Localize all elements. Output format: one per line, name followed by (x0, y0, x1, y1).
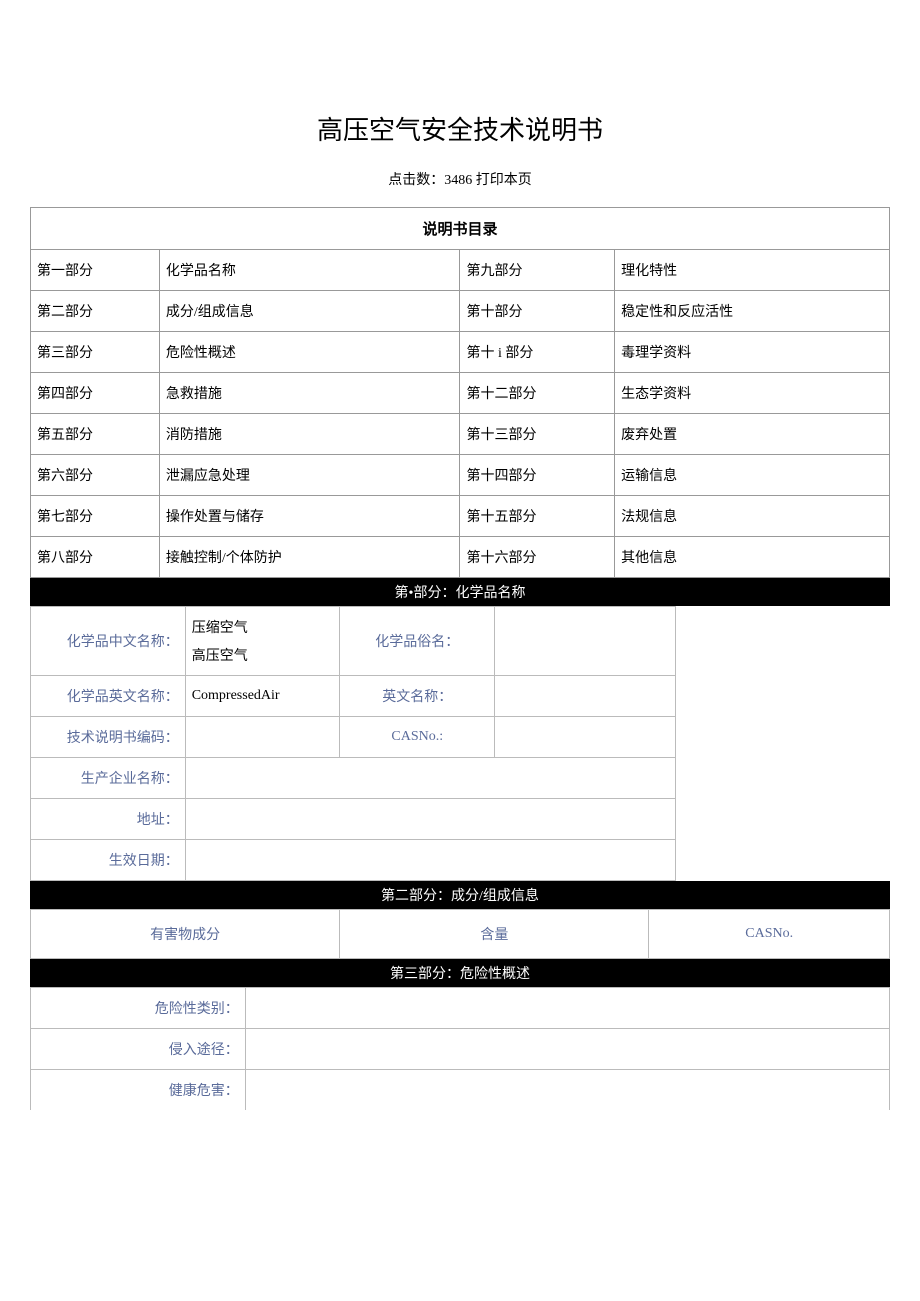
code-label: 技术说明书编码： (31, 717, 186, 758)
toc-row: 第八部分 接触控制/个体防护 第十六部分 其他信息 (31, 537, 890, 578)
blank-side (675, 607, 890, 881)
toc-name: 废弃处置 (615, 414, 890, 455)
effective-value (185, 840, 675, 881)
toc-part: 第七部分 (31, 496, 160, 537)
en-alt-value (495, 676, 675, 717)
en-name-value: CompressedAir (185, 676, 340, 717)
toc-name: 法规信息 (615, 496, 890, 537)
effective-label: 生效日期： (31, 840, 186, 881)
toc-header-row: 说明书目录 (31, 208, 890, 250)
toc-part: 第十六部分 (460, 537, 615, 578)
en-alt-label: 英文名称： (340, 676, 495, 717)
toc-name: 其他信息 (615, 537, 890, 578)
table-row: 侵入途径： (31, 1029, 890, 1070)
toc-name: 运输信息 (615, 455, 890, 496)
toc-part: 第六部分 (31, 455, 160, 496)
toc-part: 第一部分 (31, 250, 160, 291)
toc-table: 说明书目录 第一部分 化学品名称 第九部分 理化特性 第二部分 成分/组成信息 … (30, 207, 890, 578)
common-name-value (495, 607, 675, 676)
toc-part: 第九部分 (460, 250, 615, 291)
producer-value (185, 758, 675, 799)
toc-header: 说明书目录 (31, 208, 890, 250)
toc-name: 理化特性 (615, 250, 890, 291)
cas-label: CASNo.: (340, 717, 495, 758)
component-col: 有害物成分 (31, 910, 340, 959)
cn-name-label: 化学品中文名称： (31, 607, 186, 676)
toc-name: 化学品名称 (159, 250, 460, 291)
toc-name: 稳定性和反应活性 (615, 291, 890, 332)
common-name-label: 化学品俗名： (340, 607, 495, 676)
toc-part: 第三部分 (31, 332, 160, 373)
toc-name: 生态学资料 (615, 373, 890, 414)
toc-part: 第四部分 (31, 373, 160, 414)
toc-name: 危险性概述 (159, 332, 460, 373)
en-name-label: 化学品英文名称： (31, 676, 186, 717)
cn-name-value: 压缩空气 高压空气 (185, 607, 340, 676)
toc-row: 第一部分 化学品名称 第九部分 理化特性 (31, 250, 890, 291)
cas-value (495, 717, 675, 758)
toc-part: 第五部分 (31, 414, 160, 455)
health-value (245, 1070, 889, 1111)
category-value (245, 988, 889, 1029)
subtitle: 点击数：3486 打印本页 (30, 169, 890, 189)
toc-row: 第五部分 消防措施 第十三部分 废弃处置 (31, 414, 890, 455)
toc-row: 第二部分 成分/组成信息 第十部分 稳定性和反应活性 (31, 291, 890, 332)
click-count: 3486 (444, 173, 472, 188)
table-row: 有害物成分 含量 CASNo. (31, 910, 890, 959)
code-value (185, 717, 340, 758)
table-row: 健康危害： (31, 1070, 890, 1111)
toc-part: 第八部分 (31, 537, 160, 578)
casno-col: CASNo. (649, 910, 890, 959)
cn-name-value1: 压缩空气 (192, 617, 334, 637)
toc-part: 第十四部分 (460, 455, 615, 496)
address-value (185, 799, 675, 840)
toc-name: 成分/组成信息 (159, 291, 460, 332)
toc-row: 第六部分 泄漏应急处理 第十四部分 运输信息 (31, 455, 890, 496)
section3-table: 危险性类别： 侵入途径： 健康危害： (30, 987, 890, 1110)
toc-row: 第七部分 操作处置与储存 第十五部分 法规信息 (31, 496, 890, 537)
toc-name: 操作处置与储存 (159, 496, 460, 537)
toc-part: 第十 i 部分 (460, 332, 615, 373)
route-value (245, 1029, 889, 1070)
document-title: 高压空气安全技术说明书 (30, 110, 890, 147)
toc-part: 第十三部分 (460, 414, 615, 455)
route-label: 侵入途径： (31, 1029, 246, 1070)
toc-name: 泄漏应急处理 (159, 455, 460, 496)
section1-table: 化学品中文名称： 压缩空气 高压空气 化学品俗名： 化学品英文名称： Compr… (30, 606, 890, 881)
cn-name-value2: 高压空气 (192, 645, 334, 665)
toc-name: 毒理学资料 (615, 332, 890, 373)
toc-name: 消防措施 (159, 414, 460, 455)
section1-header: 第•部分：化学品名称 (30, 578, 890, 606)
click-count-prefix: 点击数： (388, 173, 444, 188)
toc-row: 第四部分 急救措施 第十二部分 生态学资料 (31, 373, 890, 414)
content-col: 含量 (340, 910, 649, 959)
table-row: 化学品中文名称： 压缩空气 高压空气 化学品俗名： (31, 607, 891, 676)
toc-row: 第三部分 危险性概述 第十 i 部分 毒理学资料 (31, 332, 890, 373)
address-label: 地址： (31, 799, 186, 840)
toc-name: 接触控制/个体防护 (159, 537, 460, 578)
print-link[interactable]: 打印本页 (476, 173, 532, 188)
toc-part: 第十二部分 (460, 373, 615, 414)
producer-label: 生产企业名称： (31, 758, 186, 799)
section2-table: 有害物成分 含量 CASNo. (30, 909, 890, 959)
toc-part: 第十五部分 (460, 496, 615, 537)
toc-name: 急救措施 (159, 373, 460, 414)
health-label: 健康危害： (31, 1070, 246, 1111)
section3-header: 第三部分：危险性概述 (30, 959, 890, 987)
toc-part: 第十部分 (460, 291, 615, 332)
category-label: 危险性类别： (31, 988, 246, 1029)
toc-part: 第二部分 (31, 291, 160, 332)
section2-header: 第二部分：成分/组成信息 (30, 881, 890, 909)
table-row: 危险性类别： (31, 988, 890, 1029)
